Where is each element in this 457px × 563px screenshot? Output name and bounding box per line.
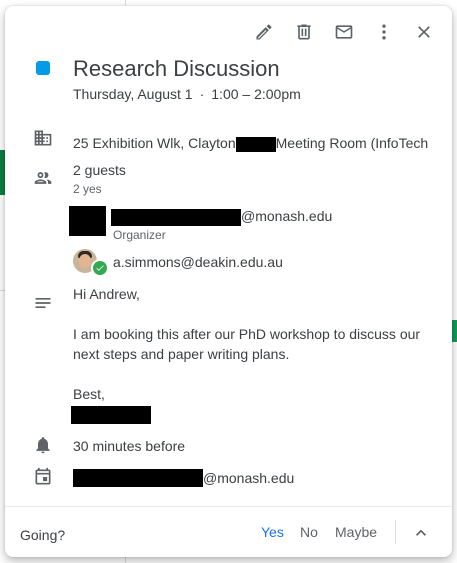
avatar-face [79, 254, 91, 268]
accepted-check-icon [91, 259, 109, 277]
mail-icon [335, 25, 353, 39]
rsvp-prompt: Going? [20, 527, 66, 543]
event-details-popup: Research Discussion Thursday, August 1 · 1… [5, 6, 452, 557]
pencil-icon [256, 24, 272, 40]
organizer-avatar [69, 206, 106, 236]
expand-rsvp-button[interactable] [409, 521, 433, 545]
more-vert-icon [382, 24, 386, 40]
redacted-organizer-name [111, 208, 241, 226]
chevron-up-icon [416, 529, 426, 536]
organizer-email-suffix: @monash.edu [241, 208, 333, 224]
email-guests-button[interactable] [324, 16, 364, 48]
event-location[interactable]: 25 Exhibition Wlk, Clayton Meeting Room (… [73, 135, 435, 152]
rsvp-footer: Going? Yes No Maybe [5, 506, 452, 557]
rsvp-yes-button[interactable]: Yes [261, 524, 284, 540]
bell-icon [33, 435, 53, 455]
trash-icon [297, 24, 311, 40]
description-body: I am booking this after our PhD workshop… [73, 326, 421, 362]
description-greeting: Hi Andrew, [73, 286, 140, 302]
edit-event-button[interactable] [244, 16, 284, 48]
delete-event-button[interactable] [284, 16, 324, 48]
background-event-chip [452, 320, 457, 342]
guest-email[interactable]: a.simmons@deakin.edu.au [113, 254, 283, 270]
guest-count: 2 guests [73, 162, 126, 178]
redacted-calendar-owner [73, 469, 203, 488]
event-datetime: Thursday, August 1 · 1:00 – 2:00pm [73, 86, 301, 102]
footer-divider [395, 520, 396, 544]
reminder-label: 30 minutes before [73, 438, 186, 454]
people-icon [33, 168, 53, 188]
datetime-separator: · [199, 86, 205, 102]
background-grid-line [125, 557, 126, 563]
event-date: Thursday, August 1 [73, 86, 193, 102]
rsvp-no-button[interactable]: No [300, 524, 318, 540]
description-closing: Best, [73, 386, 105, 402]
organizer-role: Organizer [113, 228, 166, 242]
location-prefix: 25 Exhibition Wlk, Clayton [73, 135, 236, 151]
redacted-location-block [235, 136, 276, 152]
more-options-button[interactable] [364, 16, 404, 48]
close-icon [418, 26, 430, 38]
event-time: 1:00 – 2:00pm [211, 86, 301, 102]
event-description: Hi Andrew, I am booking this after our P… [71, 284, 445, 425]
redacted-signature [71, 404, 445, 425]
description-icon [33, 293, 53, 313]
guest-rsvp-summary: 2 yes [73, 182, 102, 196]
event-title: Research Discussion [73, 56, 280, 81]
location-suffix: Meeting Room (InfoTech [275, 135, 429, 151]
calendar-owner: @monash.edu [73, 469, 295, 488]
rsvp-maybe-button[interactable]: Maybe [335, 524, 377, 540]
calendar-icon [33, 467, 53, 487]
calendar-owner-suffix: @monash.edu [203, 470, 295, 486]
event-toolbar [244, 16, 444, 48]
organizer-email[interactable]: @monash.edu [111, 208, 332, 226]
building-icon [33, 128, 53, 148]
event-color-square [36, 61, 50, 75]
close-popup-button[interactable] [404, 16, 444, 48]
